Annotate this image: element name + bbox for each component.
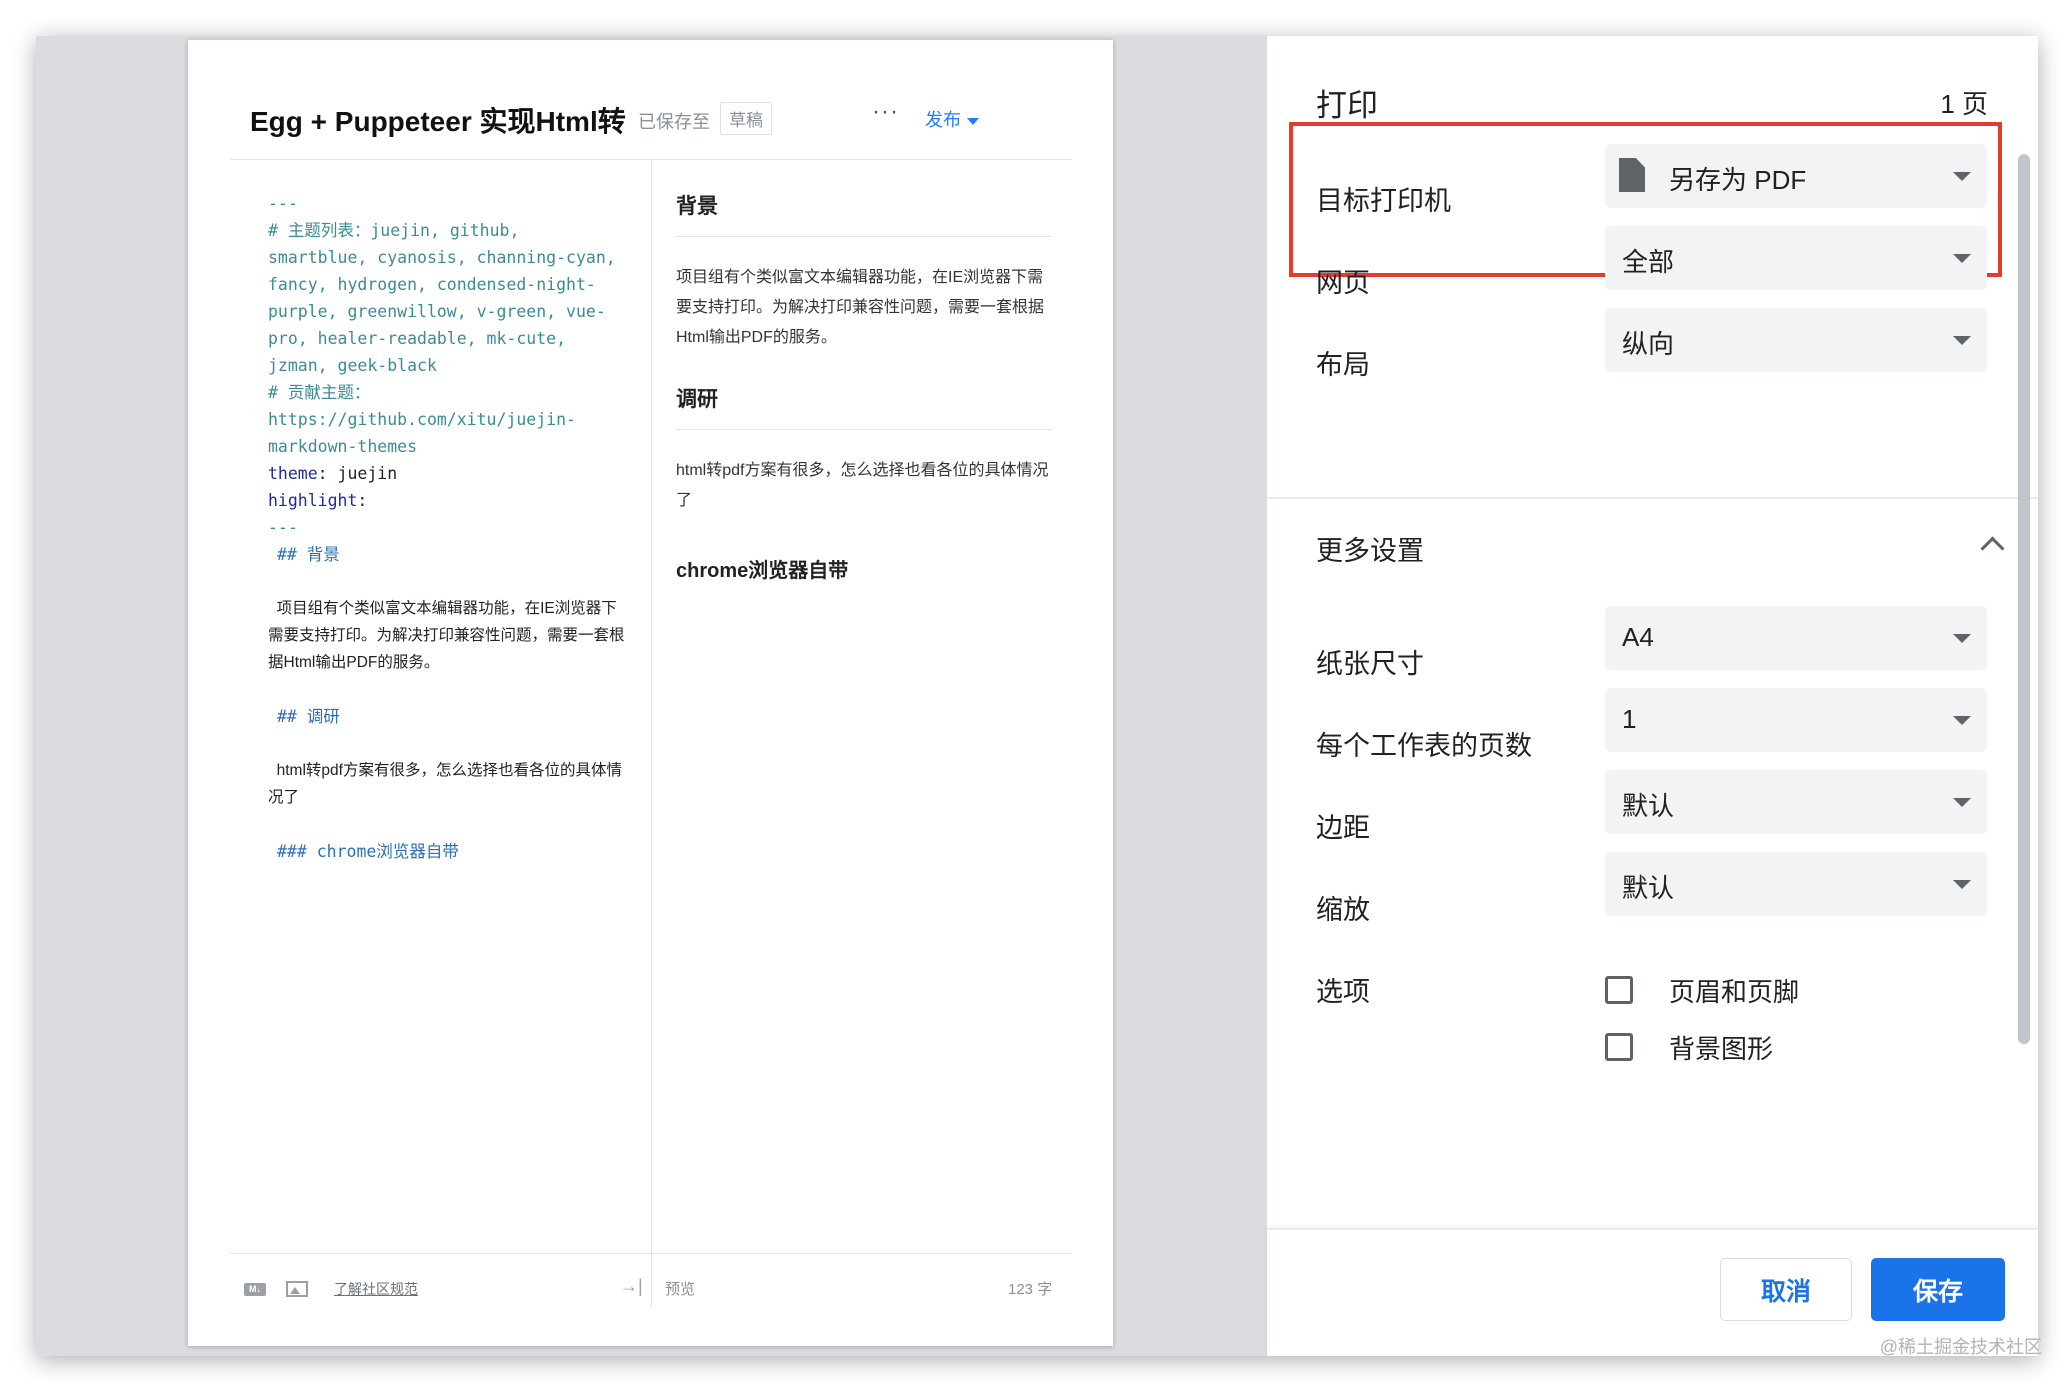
chevron-up-icon[interactable]: [1980, 536, 2005, 561]
document-title: Egg + Puppeteer 实现Html转: [250, 106, 626, 137]
more-settings-toggle[interactable]: 更多设置: [1316, 529, 1424, 568]
rendered-preview: 背景 项目组有个类似富文本编辑器功能，在IE浏览器下需要支持打印。为解决打印兼容…: [676, 190, 1051, 583]
margins-select[interactable]: 默认: [1605, 770, 1987, 834]
more-options-icon: ···: [872, 98, 899, 125]
cancel-button[interactable]: 取消: [1720, 1258, 1852, 1321]
dropdown-arrow-icon: [1953, 798, 1971, 807]
editor-line: fancy, hydrogen, condensed-night-: [268, 275, 596, 294]
layout-label: 布局: [1316, 350, 1370, 380]
dropdown-arrow-icon: [1953, 716, 1971, 725]
collapse-arrow-icon: →|: [620, 1276, 643, 1296]
editor-line: jzman, geek-black: [268, 356, 437, 375]
paper-size-label: 纸张尺寸: [1316, 649, 1424, 679]
editor-line: ---: [268, 194, 298, 213]
draft-badge: 草稿: [720, 102, 772, 135]
theme-value: juejin: [337, 464, 398, 483]
editor-heading-chrome: ### chrome浏览器自带: [277, 842, 459, 861]
margins-label: 边距: [1316, 813, 1370, 843]
paper-size-value: A4: [1622, 622, 1654, 652]
editor-line-highlight: highlight:: [268, 491, 368, 510]
background-graphics-label: 背景图形: [1669, 1034, 1774, 1064]
publish-button: 发布: [925, 106, 979, 132]
editor-line: smartblue, cyanosis, channing-cyan,: [268, 248, 616, 267]
editor-paragraph-background: 项目组有个类似富文本编辑器功能，在IE浏览器下需要支持打印。为解决打印兼容性问题…: [268, 595, 628, 676]
dropdown-arrow-icon: [1953, 634, 1971, 643]
options-label: 选项: [1316, 977, 1370, 1007]
print-settings-panel: 打印 1 页 目标打印机 另存为 PDF 网页 全部 布局 纵向 更多设置 纸张…: [1267, 36, 2038, 1356]
section-divider: [1267, 497, 2038, 499]
editor-heading-background: ## 背景: [277, 545, 340, 564]
print-dialog-window: Egg + Puppeteer 实现Html转 已保存至 草稿 ··· 发布 -…: [36, 36, 2038, 1356]
scale-label: 缩放: [1316, 895, 1370, 925]
pages-per-sheet-value: 1: [1622, 704, 1637, 734]
highlight-key: highlight: [268, 491, 358, 510]
pages-per-sheet-select[interactable]: 1: [1605, 688, 1987, 752]
caret-down-icon: [967, 117, 979, 125]
markdown-icon: M↓: [244, 1283, 266, 1296]
background-graphics-checkbox[interactable]: [1605, 1033, 1633, 1061]
dropdown-arrow-icon: [1953, 254, 1971, 263]
editor-paragraph-background-text: 项目组有个类似富文本编辑器功能，在IE浏览器下需要支持打印。为解决打印兼容性问题…: [268, 600, 625, 671]
editor-line: purple, greenwillow, v-green, vue-: [268, 302, 606, 321]
print-preview-page: Egg + Puppeteer 实现Html转 已保存至 草稿 ··· 发布 -…: [188, 40, 1113, 1346]
dropdown-arrow-icon: [1953, 880, 1971, 889]
publish-label: 发布: [925, 110, 961, 130]
pages-value: 全部: [1622, 247, 1675, 277]
dropdown-arrow-icon: [1953, 336, 1971, 345]
editor-line: # 贡献主题：: [268, 383, 371, 402]
front-matter-end: ---: [268, 518, 298, 537]
community-rules-link: 了解社区规范: [334, 1281, 418, 1297]
watermark: @稀土掘金技术社区: [1879, 1337, 2042, 1357]
settings-scrollbar[interactable]: [2018, 154, 2030, 1044]
pages-select[interactable]: 全部: [1605, 226, 1987, 290]
editor-paragraph-research-text: html转pdf方案有很多，怎么选择也看各位的具体情况了: [268, 762, 622, 806]
editor-line: markdown-themes: [268, 437, 418, 456]
pages-label: 网页: [1316, 268, 1370, 298]
preview-heading-research: 调研: [676, 383, 1051, 430]
markdown-editor: --- # 主题列表：juejin, github, smartblue, cy…: [268, 190, 628, 865]
headers-footers-checkbox[interactable]: [1605, 976, 1633, 1004]
scale-value: 默认: [1622, 873, 1675, 903]
editor-line-theme: theme: juejin: [268, 464, 398, 483]
preview-heading-chrome: chrome浏览器自带: [676, 560, 849, 582]
print-title: 打印: [1316, 88, 1378, 123]
headers-footers-label: 页眉和页脚: [1669, 977, 1800, 1007]
preview-heading-background: 背景: [676, 190, 1051, 237]
theme-key: theme: [268, 464, 318, 483]
margins-value: 默认: [1622, 791, 1675, 821]
editor-line: # 主题列表：juejin, github,: [268, 221, 520, 240]
layout-value: 纵向: [1622, 329, 1675, 359]
preview-paragraph-background: 项目组有个类似富文本编辑器功能，在IE浏览器下需要支持打印。为解决打印兼容性问题…: [676, 269, 1045, 346]
editor-preview-divider: [651, 160, 652, 1307]
preview-label: 预览: [665, 1281, 696, 1298]
page-count: 1 页: [1940, 89, 1988, 119]
footer-divider: [230, 1253, 1072, 1254]
saved-status-label: 已保存至: [638, 112, 710, 132]
editor-paragraph-research: html转pdf方案有很多，怎么选择也看各位的具体情况了: [268, 757, 628, 811]
preview-paragraph-research: html转pdf方案有很多，怎么选择也看各位的具体情况了: [676, 462, 1049, 509]
pages-per-sheet-label: 每个工作表的页数: [1316, 731, 1532, 761]
paper-size-select[interactable]: A4: [1605, 606, 1987, 670]
save-button[interactable]: 保存: [1871, 1258, 2005, 1321]
layout-select[interactable]: 纵向: [1605, 308, 1987, 372]
word-count: 123 字: [1008, 1281, 1053, 1298]
editor-line: pro, healer-readable, mk-cute,: [268, 329, 567, 348]
editor-heading-research: ## 调研: [277, 707, 340, 726]
editor-line: https://github.com/xitu/juejin-: [268, 410, 576, 429]
scale-select[interactable]: 默认: [1605, 852, 1987, 916]
image-icon: [286, 1281, 308, 1297]
